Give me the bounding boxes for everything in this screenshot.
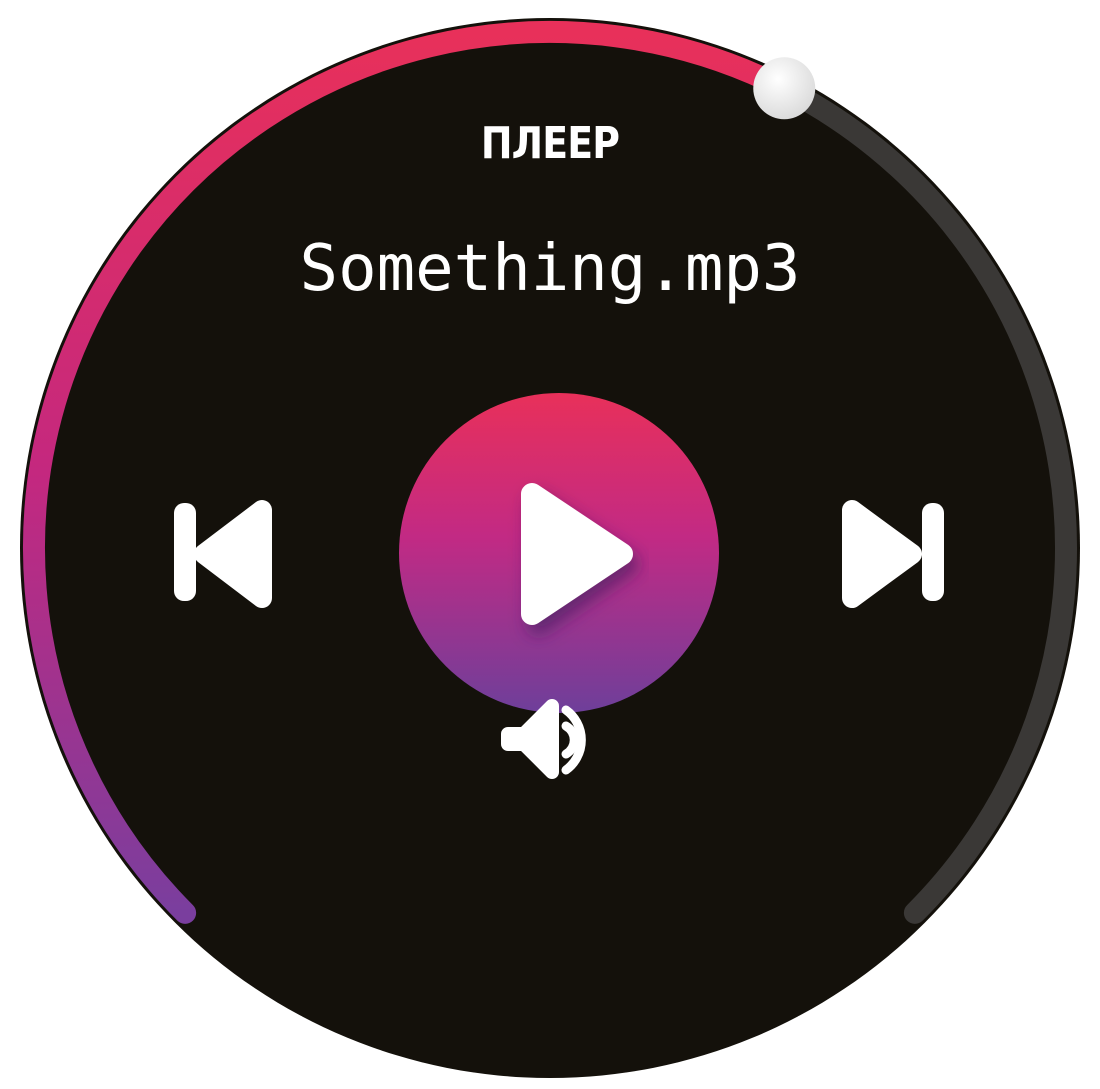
next-track-button[interactable] [842,500,944,608]
app-title: ПЛЕЕР [480,118,620,169]
track-name: Something.mp3 [299,232,801,306]
play-button[interactable] [399,393,719,713]
volume-button[interactable] [501,699,586,779]
skip-next-icon [842,500,944,608]
seek-track-remaining[interactable] [773,77,1077,924]
player-screen: ПЛЕЕР Something.mp3 [0,0,1100,1089]
previous-track-button[interactable] [174,500,272,608]
volume-icon [501,699,586,779]
skip-previous-icon [174,500,272,608]
seek-handle[interactable] [753,57,816,120]
